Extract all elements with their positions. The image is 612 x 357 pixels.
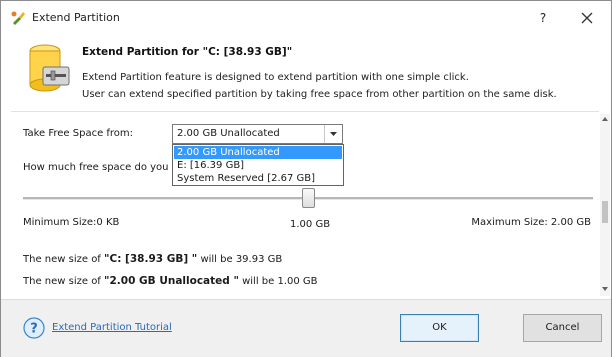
maximum-size-label: Maximum Size: 2.00 GB [471,217,591,228]
extend-partition-dialog: Extend Partition ? Extend Partition for … [0,0,612,357]
svg-text:?: ? [30,322,38,337]
how-much-label: How much free space do you wa [23,162,187,173]
dropdown-option-system-reserved[interactable]: System Reserved [2.67 GB] [174,172,342,185]
select-value: 2.00 GB Unallocated [177,128,280,139]
result-partition-name: "C: [38.93 GB] " [104,253,198,265]
tutorial-link[interactable]: Extend Partition Tutorial [52,322,172,333]
dropdown-option-unallocated[interactable]: 2.00 GB Unallocated [174,146,342,159]
chevron-down-icon[interactable] [324,125,342,143]
help-button[interactable]: ? [533,9,553,27]
scroll-thumb[interactable] [602,201,608,223]
ok-button[interactable]: OK [400,314,479,342]
description-line-1: Extend Partition feature is designed to … [82,72,469,83]
scroll-down-icon[interactable] [600,284,610,294]
help-circle-icon[interactable]: ? [23,317,45,339]
current-size-label: 1.00 GB [290,219,331,230]
title-bar[interactable]: Extend Partition ? [1,1,611,34]
header-divider [11,111,599,112]
partition-dropdown-list: 2.00 GB Unallocated E: [16.39 GB] System… [172,144,344,186]
result-prefix: The new size of [23,254,105,265]
minimum-size-label: Minimum Size:0 KB [23,217,120,228]
result-suffix: will be 1.00 GB [238,276,318,287]
result-prefix: The new size of [23,276,105,287]
take-free-space-label: Take Free Space from: [23,128,134,139]
window-title: Extend Partition [32,11,120,24]
scrollbar[interactable] [600,114,610,296]
new-size-unallocated-text: The new size of "2.00 GB Unallocated " w… [23,275,318,287]
new-size-c-text: The new size of "C: [38.93 GB] " will be… [23,253,282,265]
close-icon[interactable] [575,8,599,28]
disk-drive-icon [29,44,70,92]
app-icon [11,11,25,25]
dialog-heading: Extend Partition for "C: [38.93 GB]" [82,46,293,58]
result-suffix: will be 39.93 GB [197,254,283,265]
result-partition-name: "2.00 GB Unallocated " [104,275,239,287]
size-slider-handle[interactable] [302,188,315,208]
description-line-2: User can extend specified partition by t… [82,89,557,100]
take-free-space-select[interactable]: 2.00 GB Unallocated [172,124,343,144]
dropdown-option-e-drive[interactable]: E: [16.39 GB] [174,159,342,172]
scroll-up-icon[interactable] [600,114,610,124]
cancel-button[interactable]: Cancel [523,314,602,342]
